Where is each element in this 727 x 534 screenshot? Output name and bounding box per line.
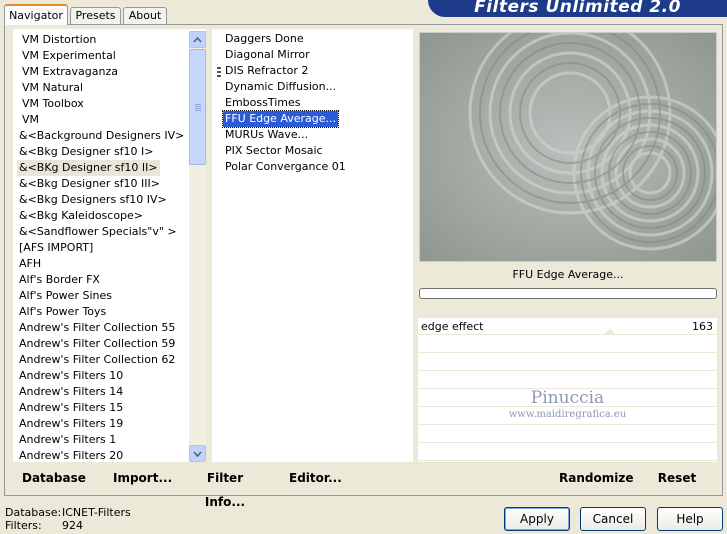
chevron-down-icon [193, 451, 202, 458]
list-item[interactable]: Andrew's Filter Collection 62 [17, 352, 177, 368]
parameter-panel: edge effect 163 Pinuccia www.maidiregraf… [418, 318, 717, 462]
tab-navigator[interactable]: Navigator [4, 4, 68, 25]
list-marker-icon [217, 75, 221, 77]
reset-button[interactable]: Reset [655, 466, 699, 490]
list-item[interactable]: Andrew's Filter Collection 59 [17, 336, 177, 352]
list-item[interactable]: &<Bkg Designer sf10 I> [17, 144, 156, 160]
param-row-edge-effect[interactable]: edge effect 163 [418, 318, 717, 335]
watermark-url: www.maidiregrafica.eu [508, 409, 627, 420]
list-item[interactable]: Andrew's Filters 10 [17, 368, 125, 384]
status-filters: Filters: 924 [5, 519, 83, 532]
list-item[interactable]: EmbossTimes [223, 95, 303, 111]
category-list[interactable]: VM Distortion VM Experimental VM Extravaga… [13, 29, 206, 462]
filter-preview-image [419, 32, 717, 262]
cancel-button[interactable]: Cancel [580, 507, 646, 531]
param-row-empty [418, 354, 717, 371]
list-item[interactable]: &<Background Designers IV> [17, 128, 186, 144]
status-database-label: Database: [5, 506, 62, 519]
scroll-up-button[interactable] [189, 31, 206, 48]
list-item[interactable]: VM Distortion [20, 32, 98, 48]
status-filters-label: Filters: [5, 519, 42, 532]
list-item[interactable]: &<Sandflower Specials"v" > [17, 224, 179, 240]
list-item[interactable]: FFU Edge Average... [221, 110, 340, 128]
list-item[interactable]: &<Bkg Designer sf10 III> [17, 176, 162, 192]
slider-thumb-icon[interactable] [604, 328, 616, 335]
tab-presets[interactable]: Presets [70, 7, 121, 24]
list-item[interactable]: PIX Sector Mosaic [223, 143, 325, 159]
list-item[interactable]: Alf's Power Sines [17, 288, 114, 304]
app-title-banner: Filters Unlimited 2.0 [428, 0, 727, 17]
scroll-thumb[interactable] [189, 49, 206, 165]
database-button[interactable]: Database [22, 466, 86, 490]
list-item[interactable]: DIS Refractor 2 [223, 63, 310, 79]
status-database-value: ICNET-Filters [62, 506, 131, 519]
list-item[interactable]: VM Natural [20, 80, 85, 96]
list-marker-icon [217, 67, 221, 69]
list-item[interactable]: Andrew's Filters 1 [17, 432, 118, 448]
tab-about[interactable]: About [123, 7, 167, 24]
randomize-button[interactable]: Randomize [559, 466, 633, 490]
help-button[interactable]: Help [657, 507, 723, 531]
list-item[interactable]: MURUs Wave... [223, 127, 310, 143]
tab-bar: Navigator Presets About [4, 4, 304, 25]
apply-button[interactable]: Apply [504, 507, 570, 531]
list-item[interactable]: VM [20, 112, 41, 128]
list-marker-icon [217, 71, 221, 73]
param-row-empty [418, 426, 717, 443]
list-item[interactable]: Daggers Done [223, 31, 306, 47]
list-item[interactable]: Andrew's Filter Collection 55 [17, 320, 177, 336]
filter-list[interactable]: Daggers Done Diagonal Mirror DIS Refractor… [212, 29, 413, 462]
param-row-empty [418, 372, 717, 389]
progress-bar [419, 288, 717, 299]
param-value: 163 [692, 320, 713, 333]
editor-button[interactable]: Editor... [289, 466, 342, 490]
list-item[interactable]: Alf's Power Toys [17, 304, 108, 320]
preview-filter-name: FFU Edge Average... [512, 268, 624, 281]
list-item[interactable]: Diagonal Mirror [223, 47, 312, 63]
status-filters-value: 924 [62, 519, 83, 532]
filter-info-button[interactable]: Filter Info... [192, 466, 258, 509]
list-item[interactable]: Andrew's Filters 15 [17, 400, 125, 416]
param-name: edge effect [421, 320, 484, 333]
param-row-empty [418, 336, 717, 353]
preview-ripple-graphic [420, 33, 716, 261]
list-item[interactable]: Andrew's Filters 19 [17, 416, 125, 432]
category-scrollbar[interactable] [189, 31, 206, 462]
list-item[interactable]: Andrew's Filters 20 [17, 448, 125, 461]
list-item[interactable]: &<Bkg Kaleidoscope> [17, 208, 145, 224]
list-item[interactable]: &<BKg Designer sf10 II> [17, 160, 160, 176]
import-button[interactable]: Import... [113, 466, 172, 490]
status-database: Database: ICNET-Filters [5, 506, 131, 519]
list-item[interactable]: Alf's Border FX [17, 272, 102, 288]
watermark-name: Pinuccia [530, 388, 605, 408]
list-item[interactable]: &<Bkg Designers sf10 IV> [17, 192, 169, 208]
chevron-up-icon [193, 36, 202, 43]
list-item[interactable]: VM Experimental [20, 48, 118, 64]
list-item[interactable]: Dynamic Diffusion... [223, 79, 338, 95]
list-item[interactable]: AFH [17, 256, 43, 272]
param-row-empty [418, 444, 717, 461]
list-item[interactable]: [AFS IMPORT] [17, 240, 95, 256]
scroll-down-button[interactable] [189, 445, 206, 462]
list-item[interactable]: Andrew's Filters 14 [17, 384, 125, 400]
list-item[interactable]: Polar Convergance 01 [223, 159, 348, 175]
list-item[interactable]: VM Toolbox [20, 96, 86, 112]
list-item[interactable]: VM Extravaganza [20, 64, 120, 80]
